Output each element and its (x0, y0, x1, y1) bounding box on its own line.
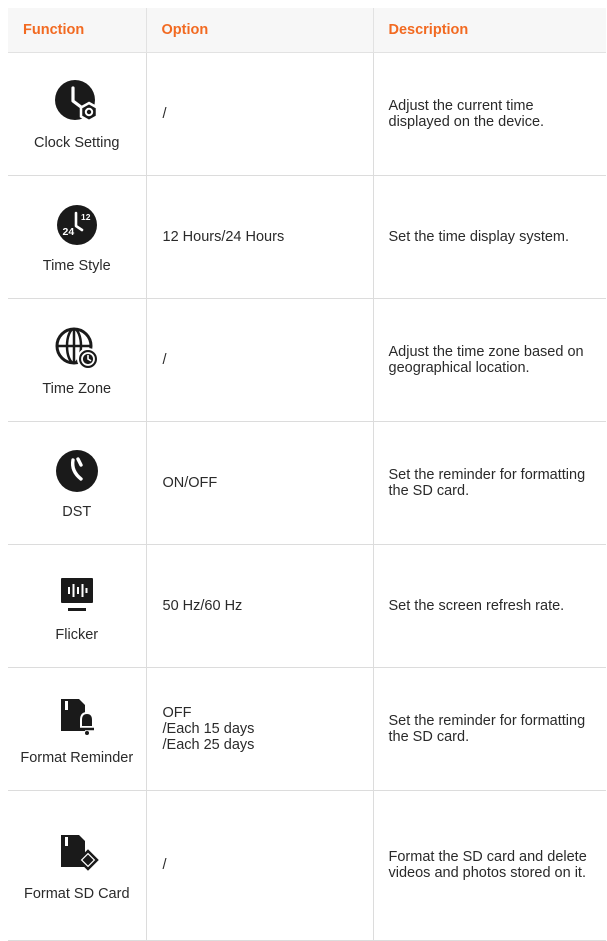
icon-label-12: 12 (81, 212, 91, 222)
option-text: 12 Hours/24 Hours (162, 228, 285, 245)
table-row: Flicker 50 Hz/60 Hz Set the screen refre… (8, 544, 606, 668)
table-row: Clock Setting / Adjust the current time … (8, 52, 606, 176)
function-label: Format Reminder (20, 749, 134, 766)
table-row: Time Zone / Adjust the time zone based o… (8, 298, 606, 422)
settings-table: Function Option Description Clock Settin… (8, 8, 606, 941)
option-cell: / (145, 52, 373, 176)
function-label: Time Style (42, 257, 111, 274)
option-text: /Each 25 days (162, 736, 255, 753)
page: Function Option Description Clock Settin… (0, 0, 607, 941)
option-cell: OFF /Each 15 days /Each 25 days (145, 667, 373, 791)
dst-clock-icon (55, 449, 98, 492)
description-cell: Set the time display system. (372, 175, 606, 299)
header-description: Description (372, 8, 606, 53)
function-cell: Clock Setting (8, 52, 146, 176)
table-body: Clock Setting / Adjust the current time … (8, 52, 606, 941)
option-text: /Each 15 days (162, 720, 255, 737)
table-header: Function Option Description (8, 8, 606, 53)
function-cell: 24 12 Time Style (8, 175, 146, 299)
header-function: Function (8, 8, 146, 53)
table-row: DST ON/OFF Set the reminder for formatti… (8, 421, 606, 545)
header-option: Option (145, 8, 373, 53)
function-label: Clock Setting (34, 134, 120, 151)
description-cell: Set the reminder for formatting the SD c… (372, 421, 606, 545)
function-cell: Format Reminder (8, 667, 146, 791)
description-cell: Set the reminder for formatting the SD c… (372, 667, 606, 791)
function-label: Time Zone (42, 380, 112, 397)
time-style-12-24-icon: 24 12 (56, 204, 97, 245)
globe-clock-icon (55, 327, 99, 370)
option-cell: 50 Hz/60 Hz (145, 544, 373, 668)
clock-settings-icon (54, 79, 98, 122)
function-cell: DST (8, 421, 146, 545)
settings-table-wrapper: Function Option Description Clock Settin… (8, 8, 606, 941)
option-text: ON/OFF (162, 474, 218, 491)
sd-card-eraser-icon (60, 835, 99, 871)
option-text: OFF (162, 704, 192, 721)
description-cell: Set the screen refresh rate. (372, 544, 606, 668)
description-cell: Adjust the current time displayed on the… (372, 52, 606, 176)
flicker-monitor-icon (60, 577, 93, 611)
function-cell: Format SD Card (8, 790, 146, 941)
function-label: Format SD Card (23, 886, 130, 902)
option-text: / (162, 857, 167, 873)
option-cell: 12 Hours/24 Hours (145, 175, 373, 299)
function-cell: Time Zone (8, 298, 146, 422)
sd-card-bell-icon (60, 698, 94, 735)
description-cell: Adjust the time zone based on geographic… (372, 298, 606, 422)
option-cell: / (145, 298, 373, 422)
option-cell: ON/OFF (145, 421, 373, 545)
option-text: 50 Hz/60 Hz (162, 597, 243, 614)
table-row: Format SD Card / Format the SD card and … (8, 790, 606, 941)
function-cell: Flicker (8, 544, 146, 668)
header-row: Function Option Description (8, 8, 606, 53)
table-row: Format Reminder OFF /Each 15 days /Each … (8, 667, 606, 791)
function-label: Flicker (55, 626, 99, 643)
option-text: / (162, 105, 167, 122)
icon-label-24: 24 (62, 226, 74, 238)
table-row: 24 12 Time Style 12 Hours/24 Hours Set t… (8, 175, 606, 299)
option-text: / (162, 351, 167, 368)
description-cell: Format the SD card and delete videos and… (372, 790, 606, 941)
option-cell: / (145, 790, 373, 941)
function-label: DST (62, 503, 92, 520)
